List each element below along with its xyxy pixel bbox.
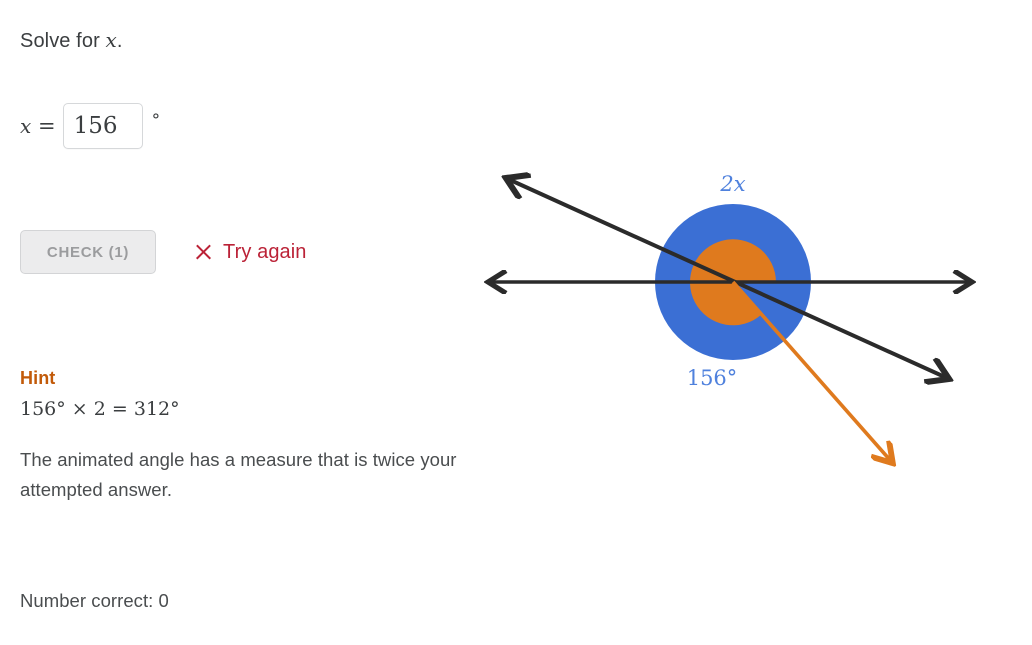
orange-ray — [731, 280, 890, 460]
answer-variable: x — [20, 114, 32, 138]
inner-angle-label: 156° — [687, 366, 738, 390]
answer-row: x = ° — [20, 103, 160, 149]
prompt-variable: x — [105, 28, 117, 52]
equals-sign: = — [31, 114, 56, 138]
exercise-page: Solve for x. x = ° CHECK (1) Try again H… — [0, 0, 1032, 645]
score-counter: Number correct: 0 — [20, 590, 169, 611]
feedback-message: Try again — [194, 241, 307, 264]
x-icon — [194, 243, 213, 262]
answer-input[interactable] — [62, 103, 143, 149]
prompt-suffix: . — [116, 30, 123, 52]
prompt-prefix: Solve for — [20, 30, 106, 52]
hint-title: Hint — [20, 368, 56, 388]
check-row: CHECK (1) Try again — [20, 230, 307, 274]
feedback-label: Try again — [223, 240, 307, 263]
hint-equation: 156° × 2 = 312° — [20, 398, 180, 420]
left-column: Solve for x. x = ° CHECK (1) Try again H… — [20, 0, 480, 645]
page-title: Solve for x. — [20, 26, 123, 55]
answer-label: x = — [20, 114, 56, 138]
check-button[interactable]: CHECK (1) — [20, 230, 156, 274]
hint-block: Hint 156° × 2 = 312° The animated angle … — [20, 368, 470, 505]
outer-angle-label: 2x — [719, 172, 745, 196]
degree-unit: ° — [151, 111, 161, 131]
hint-text: The animated angle has a measure that is… — [20, 449, 457, 500]
angle-diagram: 2x 156° — [460, 150, 1005, 495]
